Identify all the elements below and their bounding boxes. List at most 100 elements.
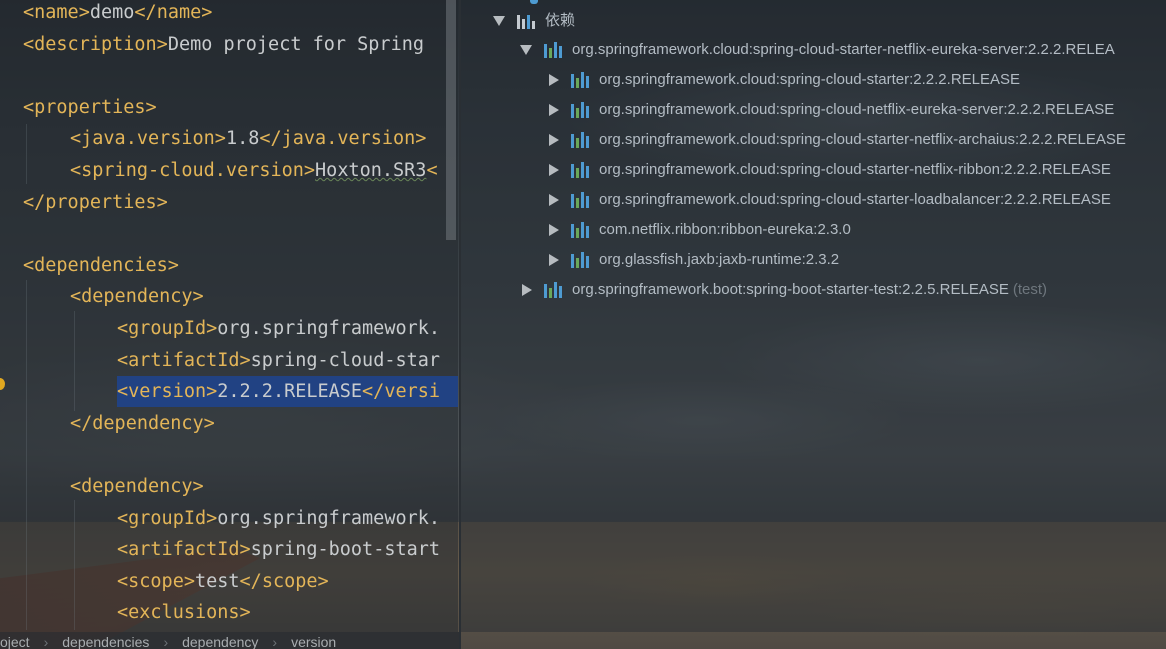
code-line[interactable]: <dependencies> (23, 250, 179, 281)
indent-guide (26, 280, 27, 630)
breadcrumb-item-version[interactable]: version (291, 632, 336, 649)
xml-tag-token: exclusions (128, 602, 240, 624)
xml-tag-token: > (183, 570, 195, 592)
code-line[interactable]: <artifactId>spring-cloud-star (117, 345, 440, 376)
expand-arrow-icon[interactable] (549, 104, 559, 117)
collapse-arrow-icon[interactable] (520, 45, 532, 56)
expand-arrow-icon[interactable] (549, 134, 559, 147)
xml-tag-token: < (426, 160, 438, 181)
dependency-node[interactable]: org.springframework.cloud:spring-cloud-s… (547, 185, 1111, 215)
maven-library-icon (544, 42, 566, 59)
xml-tag-token: dependency (81, 476, 193, 497)
editor-scrollbar[interactable] (446, 0, 456, 240)
xml-tag-token: > (203, 412, 215, 434)
maven-library-icon (571, 72, 593, 89)
tree-root-label: 依赖 (545, 12, 576, 29)
xml-text-token: org.springframework. (217, 507, 441, 529)
expand-arrow-icon[interactable] (549, 74, 559, 87)
code-line[interactable]: <groupId>org.springframework. (117, 313, 440, 344)
xml-tag-token: dependency (92, 412, 204, 434)
breadcrumb-item-project[interactable]: oject (0, 632, 30, 649)
expand-arrow-icon[interactable] (549, 224, 559, 237)
xml-tag-token: > (415, 128, 427, 150)
code-line[interactable]: </properties> (23, 187, 168, 218)
code-line[interactable]: <version>2.2.2.RELEASE</versi (117, 376, 458, 408)
breadcrumb-item-dependencies[interactable]: dependencies (62, 632, 149, 649)
xml-tag-token: </ (362, 381, 385, 403)
xml-text-token: spring-boot-start (250, 539, 441, 561)
code-line[interactable]: <dependency> (70, 281, 204, 312)
chevron-right-icon: › (43, 634, 49, 649)
xml-tag-token: < (23, 254, 35, 276)
xml-tag-token: java.version (81, 128, 215, 150)
xml-tag-token: description (34, 33, 157, 55)
maven-library-icon (571, 132, 593, 149)
dependency-node[interactable]: org.springframework.cloud:spring-cloud-n… (547, 95, 1114, 125)
dependency-label: org.glassfish.jaxb:jaxb-runtime:2.3.2 (599, 251, 840, 268)
expand-arrow-icon[interactable] (493, 16, 505, 27)
breadcrumb: oject › dependencies › dependency › version (0, 632, 459, 649)
dependency-node[interactable]: org.springframework.boot:spring-boot-sta… (520, 275, 1047, 305)
expand-arrow-icon[interactable] (549, 254, 559, 267)
tree-root-dependencies[interactable]: 依赖 (493, 6, 575, 36)
code-line[interactable]: <spring-cloud.version>Hoxton.SR3< (70, 155, 438, 186)
chevron-right-icon: › (163, 634, 169, 649)
xml-tag-token: version (128, 381, 207, 403)
xml-text-token: test (194, 570, 240, 592)
dependency-node[interactable]: org.springframework.cloud:spring-cloud-s… (520, 35, 1115, 65)
xml-text-token: spring-cloud-star (250, 349, 441, 371)
maven-dependency-tree[interactable]: 依赖 org.springframework.cloud:spring-clou… (461, 0, 1166, 632)
code-line[interactable]: <name>demo</name> (23, 0, 212, 28)
code-line[interactable]: <artifactId>spring-boot-start (117, 534, 440, 565)
dependency-node[interactable]: org.glassfish.jaxb:jaxb-runtime:2.3.2 (547, 245, 839, 275)
xml-text-token: 1.8 (225, 128, 260, 150)
xml-text-token: Hoxton.SR3 (315, 160, 427, 181)
xml-tag-token: scope (261, 570, 318, 592)
breadcrumb-item-dependency[interactable]: dependency (182, 632, 258, 649)
maven-library-icon (571, 222, 593, 239)
xml-tag-token: < (117, 507, 129, 529)
code-line[interactable]: </dependency> (70, 408, 215, 439)
expand-arrow-icon[interactable] (549, 164, 559, 177)
expand-arrow-icon[interactable] (522, 284, 532, 297)
xml-tag-token: > (192, 476, 204, 497)
xml-tag-token: groupId (128, 318, 207, 339)
dependency-node[interactable]: com.netflix.ribbon:ribbon-eureka:2.3.0 (547, 215, 851, 245)
xml-text-token: org.springframework. (217, 318, 441, 339)
maven-library-icon (571, 192, 593, 209)
dependencies-folder-icon (517, 13, 539, 30)
code-line[interactable]: <java.version>1.8</java.version> (70, 123, 426, 154)
pom-xml-editor[interactable]: <name>demo</name> <description>Demo proje… (0, 0, 458, 632)
xml-tag-token: groupId (128, 507, 207, 529)
xml-tag-token: java.version (281, 128, 416, 150)
xml-tag-token: > (317, 570, 329, 592)
expand-arrow-icon[interactable] (549, 194, 559, 207)
code-line[interactable]: <exclusions> (117, 597, 251, 628)
dependency-node[interactable]: org.springframework.cloud:spring-cloud-s… (547, 155, 1111, 185)
maven-library-icon (544, 282, 566, 299)
xml-tag-token: < (70, 160, 82, 181)
xml-tag-token: < (117, 570, 129, 592)
xml-text-token: Demo project for Spring (167, 33, 436, 55)
code-line[interactable]: <properties> (23, 92, 157, 123)
dependency-label: org.springframework.cloud:spring-cloud-s… (599, 191, 1111, 208)
xml-tag-token: > (239, 539, 251, 561)
xml-tag-token: < (117, 539, 129, 561)
xml-tag-token: < (23, 2, 35, 23)
code-line[interactable]: <dependency> (70, 471, 204, 502)
xml-tag-token: < (117, 349, 129, 371)
xml-tag-token: > (201, 2, 213, 23)
xml-tag-token: </ (23, 191, 46, 213)
dependency-node[interactable]: org.springframework.cloud:spring-cloud-s… (547, 65, 1020, 95)
xml-tag-token: artifactId (128, 349, 240, 371)
chevron-right-icon: › (272, 634, 278, 649)
xml-tag-token: > (206, 318, 218, 339)
code-line[interactable]: <scope>test</scope> (117, 566, 329, 597)
xml-tag-token: > (156, 33, 168, 55)
code-line[interactable]: <description>Demo project for Spring (23, 29, 435, 60)
xml-tag-token: name (156, 2, 202, 23)
dependency-node[interactable]: org.springframework.cloud:spring-cloud-s… (547, 125, 1126, 155)
xml-tag-token: < (70, 286, 82, 308)
code-line[interactable]: <groupId>org.springframework. (117, 503, 440, 534)
xml-tag-token: > (156, 191, 168, 213)
